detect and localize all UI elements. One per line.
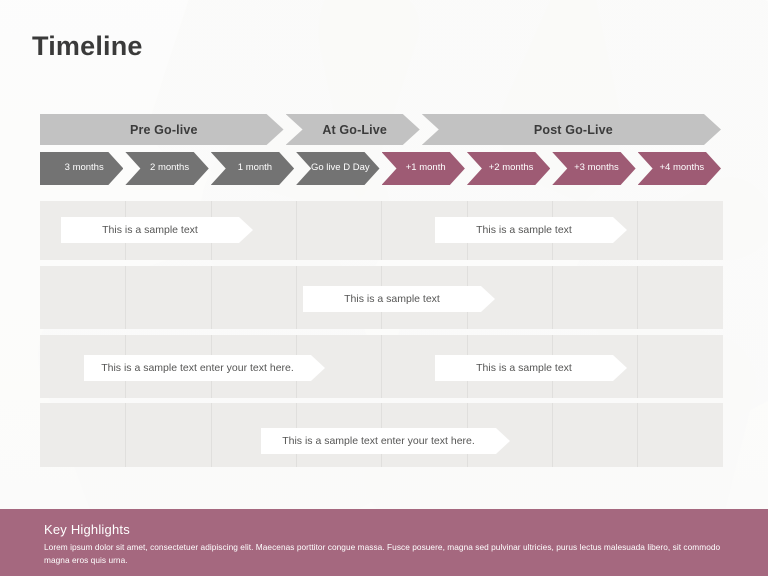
milestone-label: Go live D Day	[311, 162, 370, 174]
gridline	[381, 335, 382, 398]
gridline	[211, 403, 212, 467]
milestone-band: 3 months 2 months 1 month Go live D Day +1 m…	[40, 152, 723, 185]
text-callout[interactable]: This is a sample text	[61, 217, 253, 243]
milestone-chevron-0[interactable]: 3 months	[40, 152, 123, 185]
gridline	[125, 403, 126, 467]
milestone-label: 3 months	[64, 162, 104, 174]
gridline	[125, 266, 126, 329]
key-highlights-title: Key Highlights	[44, 522, 130, 537]
milestone-label: +1 month	[405, 162, 446, 174]
gridline	[381, 201, 382, 260]
gridline	[637, 201, 638, 260]
phase-label: At Go-Live	[322, 122, 388, 137]
milestone-label: 1 month	[237, 162, 273, 174]
text-callout[interactable]: This is a sample text	[303, 286, 495, 312]
milestone-chevron-5[interactable]: +2 months	[467, 152, 550, 185]
gridline	[637, 403, 638, 467]
milestone-label: +2 months	[488, 162, 534, 174]
content-band: This is a sample text This is a sample te…	[40, 201, 723, 467]
key-highlights-panel: Key Highlights Lorem ipsum dolor sit ame…	[0, 509, 768, 576]
callout-label: This is a sample text	[102, 224, 198, 236]
gridline	[296, 201, 297, 260]
gridline	[296, 266, 297, 329]
callout-label: This is a sample text enter your text he…	[101, 362, 294, 374]
gridline	[637, 335, 638, 398]
callout-label: This is a sample text	[476, 362, 572, 374]
callout-label: This is a sample text	[344, 293, 440, 305]
callout-label: This is a sample text enter your text he…	[282, 435, 475, 447]
text-callout[interactable]: This is a sample text enter your text he…	[261, 428, 510, 454]
page-title: Timeline	[32, 31, 143, 61]
milestone-chevron-3[interactable]: Go live D Day	[296, 152, 379, 185]
milestone-chevron-2[interactable]: 1 month	[211, 152, 294, 185]
text-callout[interactable]: This is a sample text	[435, 217, 627, 243]
phase-chevron-0[interactable]: Pre Go-live	[40, 114, 284, 145]
milestone-chevron-7[interactable]: +4 months	[638, 152, 721, 185]
phase-chevron-2[interactable]: Post Go-Live	[422, 114, 721, 145]
milestone-chevron-6[interactable]: +3 months	[552, 152, 635, 185]
gridline	[637, 266, 638, 329]
gridline	[552, 403, 553, 467]
text-callout[interactable]: This is a sample text	[435, 355, 627, 381]
milestone-label: 2 months	[150, 162, 190, 174]
gridline	[211, 266, 212, 329]
milestone-chevron-4[interactable]: +1 month	[382, 152, 465, 185]
milestone-label: +3 months	[574, 162, 619, 174]
milestone-label: +4 months	[659, 162, 705, 174]
timeline-slide: Timeline Pre Go-live At Go-Live Post Go-Li…	[0, 0, 768, 576]
text-callout[interactable]: This is a sample text enter your text he…	[84, 355, 325, 381]
gridline	[552, 266, 553, 329]
phase-label: Pre Go-live	[129, 122, 198, 137]
phase-label: Post Go-Live	[533, 122, 613, 137]
key-highlights-body: Lorem ipsum dolor sit amet, consectetuer…	[44, 542, 721, 566]
callout-label: This is a sample text	[476, 224, 572, 236]
phase-chevron-1[interactable]: At Go-Live	[286, 114, 420, 145]
phase-band: Pre Go-live At Go-Live Post Go-Live	[40, 114, 723, 145]
milestone-chevron-1[interactable]: 2 months	[125, 152, 208, 185]
